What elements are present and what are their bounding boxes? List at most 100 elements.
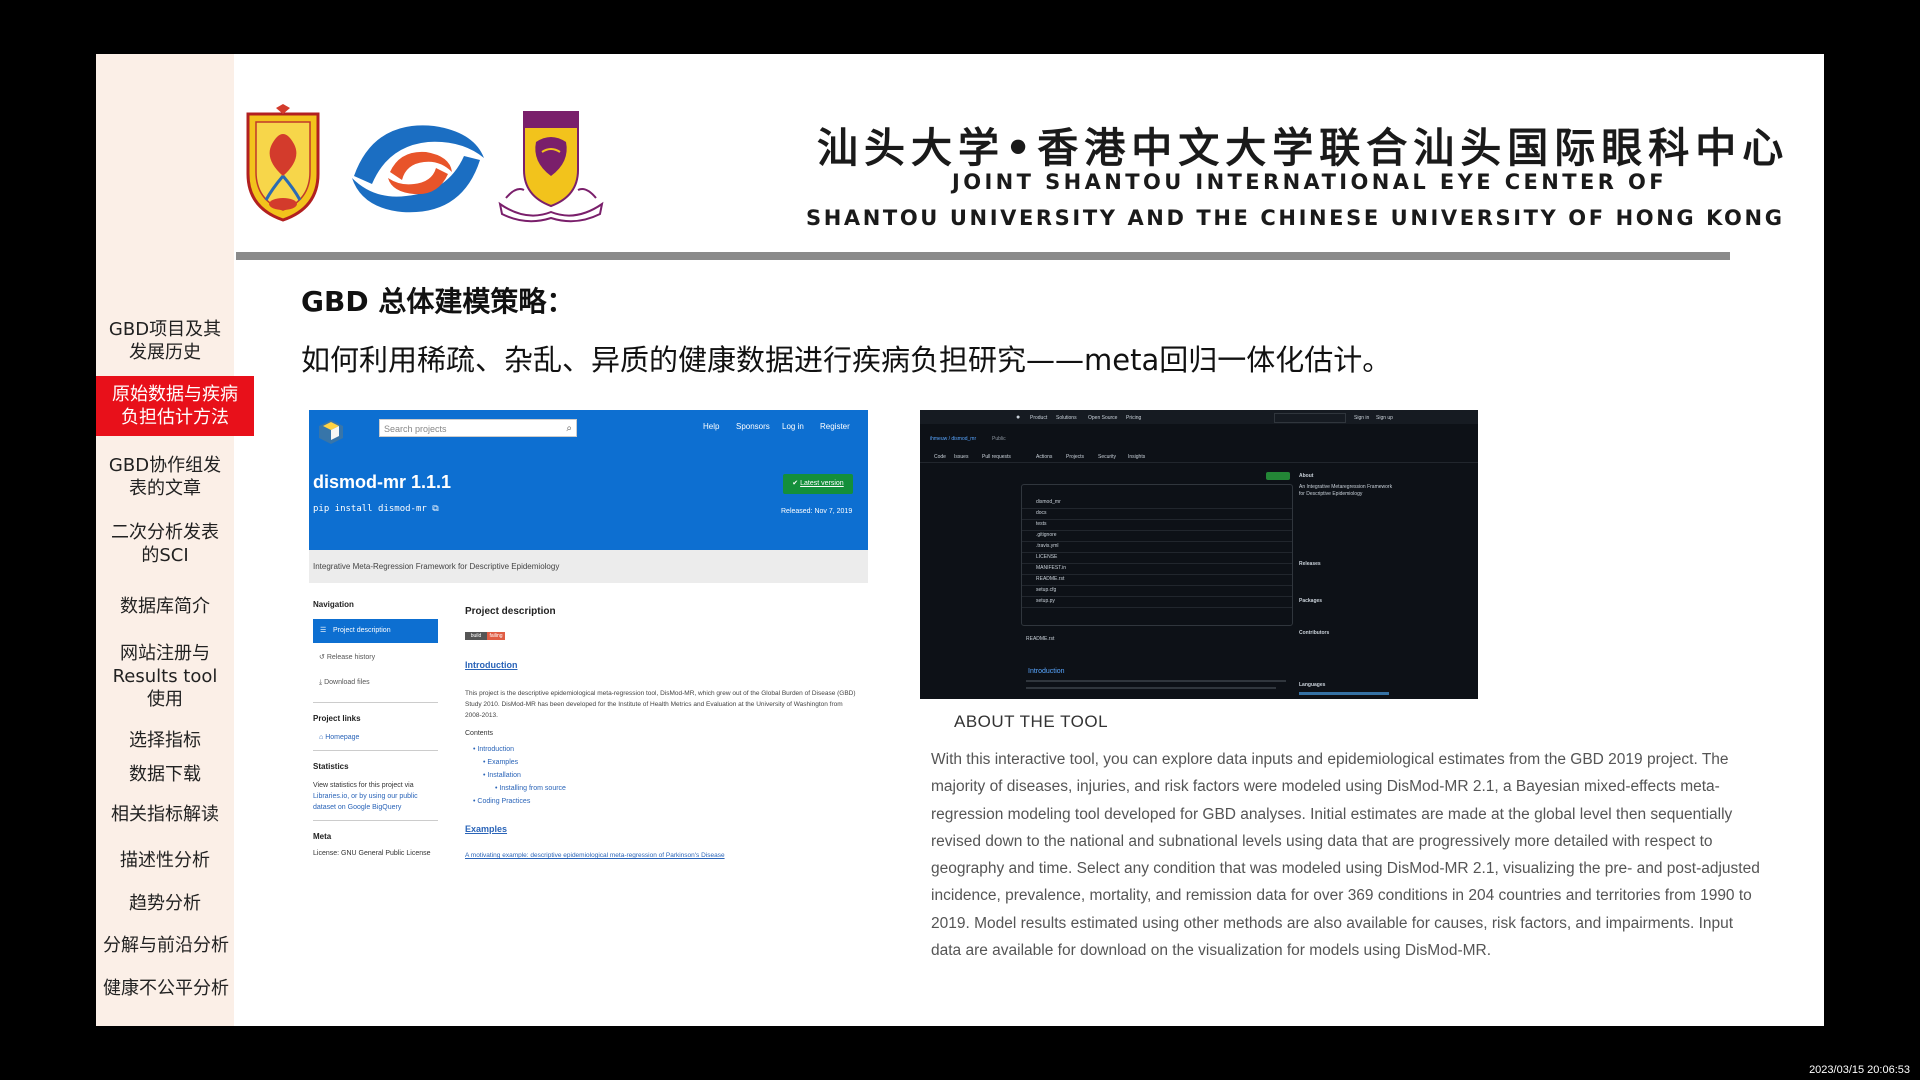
sidebar-item-decomposition-frontier[interactable]: 分解与前沿分析 [96, 934, 236, 957]
github-screenshot: ● Product Solutions Open Source Pricing … [920, 410, 1478, 699]
sidebar-item-descriptive-analysis[interactable]: 描述性分析 [96, 849, 234, 872]
divider [920, 462, 1478, 463]
pypi-toc-installing-source[interactable]: • Installing from source [495, 785, 566, 792]
pypi-navigation-title: Navigation [313, 600, 354, 609]
divider [313, 750, 438, 751]
github-readme-introduction: Introduction [1028, 668, 1065, 675]
pypi-search-input[interactable]: Search projects ⌕ [379, 419, 577, 437]
sidebar-item-raw-data-methods[interactable]: 原始数据与疾病 负担估计方法 [96, 376, 254, 436]
sidebar-item-label: 分解与前沿分析 [103, 935, 229, 956]
sidebar-item-gbd-articles[interactable]: GBD协作组发 表的文章 [96, 454, 234, 500]
github-sign-up[interactable]: Sign up [1376, 415, 1393, 421]
sidebar-item-database-intro[interactable]: 数据库简介 [96, 595, 234, 618]
github-nav-solutions[interactable]: Solutions [1056, 415, 1077, 421]
pypi-description-title: Project description [465, 606, 556, 617]
pypi-header: Search projects ⌕ Help Sponsors Log in R… [309, 410, 868, 550]
pypi-example-link[interactable]: A motivating example: descriptive epidem… [465, 852, 725, 859]
slide: GBD项目及其 发展历史 原始数据与疾病 负担估计方法 GBD协作组发 表的文章… [96, 54, 1824, 1026]
sidebar-item-indicator-interpretation[interactable]: 相关指标解读 [96, 803, 234, 826]
github-nav-product[interactable]: Product [1030, 415, 1047, 421]
sidebar-item-label: 健康不公平分析 [103, 978, 229, 999]
build-status-badge: build failing [465, 632, 505, 640]
table-row[interactable]: setup.py [1022, 596, 1292, 608]
pypi-logo-icon [319, 420, 343, 444]
cuhk-crest-logo [498, 111, 604, 223]
github-readme-text [1026, 687, 1276, 689]
github-languages-title: Languages [1299, 682, 1326, 688]
github-logo-icon[interactable]: ● [1016, 414, 1020, 421]
center-title-cn: 汕头大学•香港中文大学联合汕头国际眼科中心 [817, 124, 1790, 172]
header-divider [236, 252, 1730, 260]
pypi-homepage-link[interactable]: ⌂ Homepage [319, 734, 359, 741]
pypi-release-date: Released: Nov 7, 2019 [781, 508, 853, 515]
shantou-university-logo [246, 104, 320, 222]
download-icon: ⤓ [319, 679, 323, 686]
pypi-statistics-link-bigquery[interactable]: dataset on Google BigQuery [313, 804, 401, 811]
pypi-meta-title: Meta [313, 832, 332, 841]
github-releases-title[interactable]: Releases [1299, 561, 1321, 567]
pypi-nav-help[interactable]: Help [703, 422, 719, 431]
github-file-list: dismod_mr docs tests .gitignore .travis.… [1021, 484, 1293, 626]
github-tab-actions[interactable]: Actions [1036, 454, 1052, 460]
copy-icon[interactable]: ⧉ [432, 504, 438, 514]
pypi-nav-release-history[interactable]: ↺ Release history [319, 653, 375, 661]
pypi-nav-login[interactable]: Log in [782, 422, 804, 431]
pypi-statistics-title: Statistics [313, 762, 349, 771]
pypi-toc-coding-practices[interactable]: • Coding Practices [473, 798, 530, 805]
github-readme-label[interactable]: README.rst [1026, 636, 1054, 642]
pypi-statistics-link-libraries[interactable]: Libraries.io, or by using our public [313, 793, 418, 800]
github-packages-title[interactable]: Packages [1299, 598, 1322, 604]
about-tool-text: With this interactive tool, you can expl… [931, 751, 1760, 960]
sidebar-item-label: 二次分析发表 的SCI [111, 522, 219, 566]
github-tab-security[interactable]: Security [1098, 454, 1116, 460]
github-tab-pull-requests[interactable]: Pull requests [982, 454, 1011, 460]
sidebar-item-label: 选择指标 [129, 730, 201, 751]
pypi-summary: Integrative Meta-Regression Framework fo… [309, 550, 868, 583]
sidebar-item-label: 相关指标解读 [111, 804, 219, 825]
github-tab-projects[interactable]: Projects [1066, 454, 1084, 460]
pypi-toc-examples[interactable]: • Examples [483, 759, 518, 766]
github-nav-open-source[interactable]: Open Source [1088, 415, 1117, 421]
sidebar-item-registration-results-tool[interactable]: 网站注册与 Results tool 使用 [96, 642, 234, 711]
sidebar-item-gbd-history[interactable]: GBD项目及其 发展历史 [96, 318, 234, 364]
github-nav-pricing[interactable]: Pricing [1126, 415, 1141, 421]
sidebar-item-label: 数据下载 [129, 764, 201, 785]
pypi-intro-text: This project is the descriptive epidemio… [465, 690, 856, 719]
pypi-nav-register[interactable]: Register [820, 422, 850, 431]
github-tab-code[interactable]: Code [934, 454, 946, 460]
github-search-input[interactable] [1274, 413, 1346, 423]
history-icon: ↺ [319, 654, 325, 661]
github-repo-name[interactable]: ihmeuw / dismod_mr [930, 436, 976, 442]
slide-heading: GBD 总体建模策略： [301, 285, 575, 318]
pypi-intro-heading[interactable]: Introduction [465, 660, 518, 670]
sidebar-item-label: GBD协作组发 表的文章 [108, 455, 222, 499]
pypi-package-name: dismod-mr 1.1.1 [313, 472, 452, 492]
github-tab-issues[interactable]: Issues [954, 454, 968, 460]
sidebar-item-health-inequality[interactable]: 健康不公平分析 [96, 977, 236, 1000]
sidebar-item-trend-analysis[interactable]: 趋势分析 [96, 892, 234, 915]
sidebar-item-label: 趋势分析 [129, 893, 201, 914]
sidebar-item-label: 原始数据与疾病 负担估计方法 [112, 384, 238, 428]
divider [313, 820, 438, 821]
sidebar-item-select-indicators[interactable]: 选择指标 [96, 729, 234, 752]
pypi-latest-version-button[interactable]: ✔ Latest version [783, 474, 853, 494]
home-icon: ⌂ [319, 734, 324, 741]
github-tab-insights[interactable]: Insights [1128, 454, 1145, 460]
search-icon[interactable]: ⌕ [566, 420, 572, 438]
sidebar-item-secondary-sci[interactable]: 二次分析发表 的SCI [96, 521, 234, 567]
github-language-bar [1299, 692, 1389, 695]
sidebar-item-label: 网站注册与 Results tool 使用 [112, 643, 218, 710]
sidebar-item-data-download[interactable]: 数据下载 [96, 763, 234, 786]
pypi-toc-introduction[interactable]: • Introduction [473, 746, 514, 753]
pypi-toc-installation[interactable]: • Installation [483, 772, 521, 779]
pypi-nav-download-files[interactable]: ⤓ Download files [319, 679, 370, 687]
github-code-button[interactable] [1266, 472, 1290, 480]
pypi-nav-project-description[interactable]: ☰ Project description [313, 619, 438, 643]
github-contributors-title[interactable]: Contributors [1299, 630, 1329, 636]
slide-subheading: 如何利用稀疏、杂乱、异质的健康数据进行疾病负担研究——meta回归一体化估计。 [301, 343, 1392, 377]
github-sign-in[interactable]: Sign in [1354, 415, 1369, 421]
github-about-title: About [1299, 473, 1314, 479]
pypi-examples-heading[interactable]: Examples [465, 824, 507, 834]
pypi-nav-sponsors[interactable]: Sponsors [736, 422, 770, 431]
github-about-text: An Integrative Metaregression Framework … [1299, 484, 1393, 497]
